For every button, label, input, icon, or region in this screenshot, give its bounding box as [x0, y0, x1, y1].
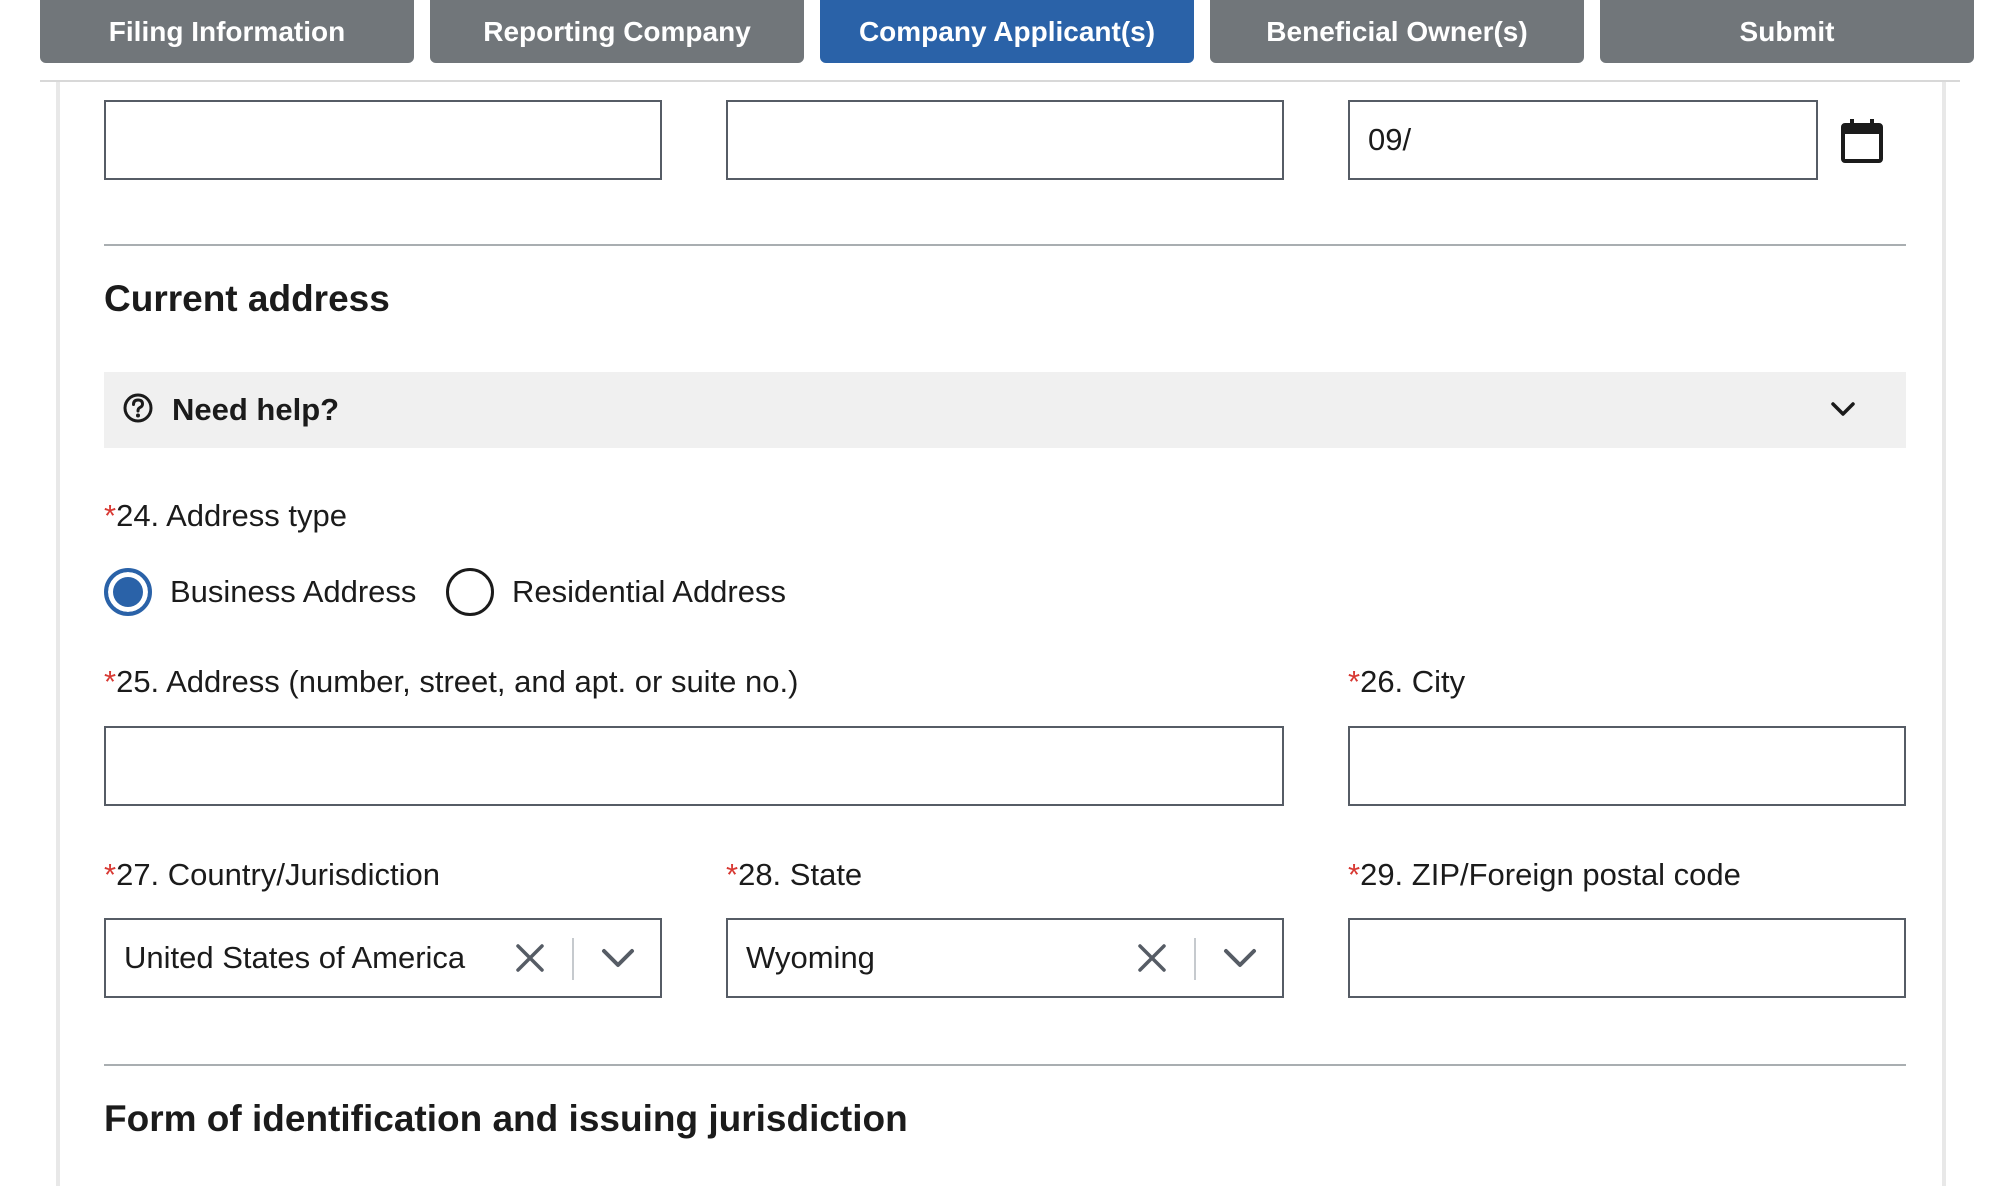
- combo-separator: [1194, 938, 1196, 980]
- city-label-text: 26. City: [1360, 664, 1466, 699]
- identification-section-title: Form of identification and issuing juris…: [104, 1098, 908, 1139]
- city-input[interactable]: [1348, 726, 1906, 806]
- required-mark: *: [104, 664, 117, 699]
- tab-reporting-company[interactable]: Reporting Company: [430, 0, 804, 63]
- form-frame-left: [56, 82, 60, 1186]
- need-help-label: Need help?: [172, 392, 340, 427]
- top-field-2-input[interactable]: [726, 100, 1284, 180]
- combo-separator: [572, 938, 574, 980]
- chevron-down-icon[interactable]: [600, 942, 636, 974]
- x-icon[interactable]: [1136, 942, 1168, 974]
- tab-beneficial-owners[interactable]: Beneficial Owner(s): [1210, 0, 1584, 63]
- top-field-1-input[interactable]: [104, 100, 662, 180]
- required-mark: *: [104, 857, 117, 892]
- tab-submit[interactable]: Submit: [1600, 0, 1974, 63]
- form-frame-right: [1942, 82, 1946, 1186]
- country-label-text: 27. Country/Jurisdiction: [116, 857, 441, 892]
- state-label-text: 28. State: [738, 857, 863, 892]
- zip-label: *29. ZIP/Foreign postal code: [1348, 857, 1741, 893]
- residential-address-label[interactable]: Residential Address: [512, 568, 786, 616]
- zip-label-text: 29. ZIP/Foreign postal code: [1360, 857, 1741, 892]
- zip-input[interactable]: [1348, 918, 1906, 998]
- address-label-text: 25. Address (number, street, and apt. or…: [116, 664, 799, 699]
- required-mark: *: [1348, 664, 1361, 699]
- required-mark: *: [104, 498, 117, 533]
- chevron-down-icon[interactable]: [1222, 942, 1258, 974]
- chevron-down-icon: [1828, 394, 1858, 424]
- address-input[interactable]: [104, 726, 1284, 806]
- tab-company-applicants[interactable]: Company Applicant(s): [820, 0, 1194, 63]
- country-label: *27. Country/Jurisdiction: [104, 857, 440, 893]
- required-mark: *: [726, 857, 739, 892]
- city-label: *26. City: [1348, 664, 1465, 700]
- date-input[interactable]: [1348, 100, 1818, 180]
- address-type-label: *24. Address type: [104, 498, 347, 534]
- calendar-icon[interactable]: [1840, 118, 1884, 164]
- tab-filing-information[interactable]: Filing Information: [40, 0, 414, 63]
- address-label: *25. Address (number, street, and apt. o…: [104, 664, 798, 700]
- question-circle-icon: [122, 392, 154, 424]
- business-address-label[interactable]: Business Address: [170, 568, 416, 616]
- country-select[interactable]: United States of America: [104, 918, 662, 998]
- business-address-radio[interactable]: [104, 568, 152, 616]
- state-select[interactable]: Wyoming: [726, 918, 1284, 998]
- section-divider: [104, 1064, 1906, 1066]
- residential-address-radio[interactable]: [446, 568, 494, 616]
- state-label: *28. State: [726, 857, 862, 893]
- current-address-title: Current address: [104, 278, 390, 319]
- required-mark: *: [1348, 857, 1361, 892]
- x-icon[interactable]: [514, 942, 546, 974]
- address-type-label-text: 24. Address type: [116, 498, 348, 533]
- tab-divider: [40, 80, 1960, 82]
- country-select-value: United States of America: [124, 940, 466, 975]
- need-help-accordion[interactable]: Need help?: [104, 372, 1906, 448]
- state-select-value: Wyoming: [746, 940, 875, 975]
- section-divider: [104, 244, 1906, 246]
